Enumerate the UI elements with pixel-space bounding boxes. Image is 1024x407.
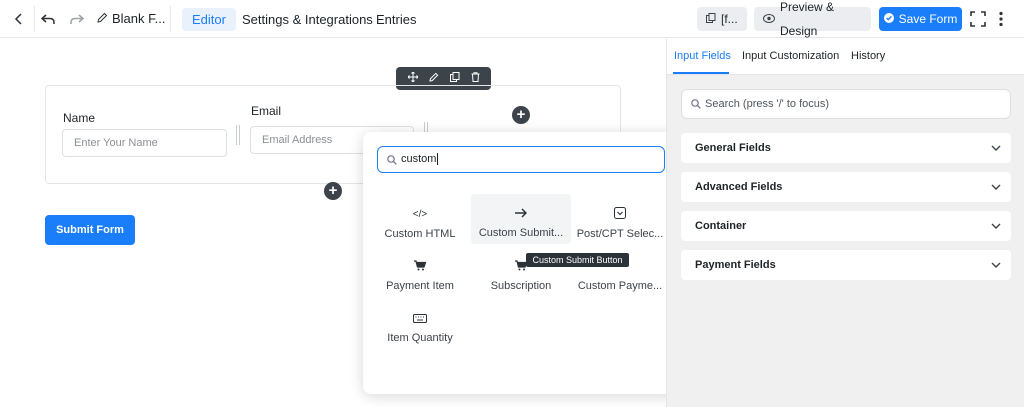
field-search-popup: custom </> Custom HTML Custom Submit... … xyxy=(363,132,679,394)
shortcode-label: [f... xyxy=(721,12,738,26)
redo-icon[interactable] xyxy=(67,9,87,29)
section-container[interactable]: Container xyxy=(681,211,1011,241)
field-item-label: Custom Payme... xyxy=(577,280,663,292)
section-label: General Fields xyxy=(695,142,771,154)
save-label: Save Form xyxy=(898,12,958,26)
column-resize-handle[interactable] xyxy=(236,125,240,145)
popup-search-value: custom xyxy=(401,153,437,165)
divider xyxy=(170,6,171,32)
form-title-text: Blank F... xyxy=(112,11,166,26)
popup-search-input[interactable]: custom xyxy=(377,146,665,173)
keyboard-icon xyxy=(370,309,470,329)
cart-icon xyxy=(370,257,470,277)
field-item-label: Item Quantity xyxy=(387,332,453,344)
section-payment-fields[interactable]: Payment Fields xyxy=(681,250,1011,280)
trash-icon[interactable] xyxy=(471,72,480,85)
field-item-label: Subscription xyxy=(490,280,552,292)
name-input[interactable]: Enter Your Name xyxy=(62,129,227,157)
tab-editor[interactable]: Editor xyxy=(182,8,236,31)
eye-icon xyxy=(763,7,775,31)
sidebar-tabs: Input Fields Input Customization History xyxy=(667,39,1024,75)
search-icon xyxy=(691,90,701,120)
add-column-plus-icon[interactable]: + xyxy=(512,106,530,124)
add-field-plus-icon[interactable]: + xyxy=(324,182,342,200)
pencil-icon xyxy=(97,11,108,26)
fullscreen-icon[interactable] xyxy=(968,9,988,29)
name-field-label: Name xyxy=(63,111,96,125)
field-item-custom-submit[interactable]: Custom Submit... xyxy=(471,194,571,244)
field-item-custom-html[interactable]: </> Custom HTML xyxy=(370,195,470,245)
active-tab-indicator xyxy=(673,72,729,74)
field-search-input[interactable]: Search (press '/' to focus) xyxy=(681,89,1011,119)
tab-entries[interactable]: Entries xyxy=(366,8,426,31)
tab-settings-integrations[interactable]: Settings & Integrations xyxy=(232,8,383,31)
divider xyxy=(34,6,35,32)
preview-design-button[interactable]: Preview & Design xyxy=(754,0,871,38)
search-icon xyxy=(387,147,397,175)
post-select-icon xyxy=(570,205,670,225)
tooltip: Custom Submit Button xyxy=(526,253,629,267)
field-item-label: Custom Submit... xyxy=(478,227,564,239)
search-placeholder: Search (press '/' to focus) xyxy=(705,98,830,110)
field-item-label: Custom HTML xyxy=(384,228,456,240)
undo-icon[interactable] xyxy=(38,9,58,29)
back-icon[interactable] xyxy=(9,9,29,29)
tab-input-fields[interactable]: Input Fields xyxy=(674,50,731,62)
section-general-fields[interactable]: General Fields xyxy=(681,133,1011,163)
section-label: Container xyxy=(695,220,747,232)
tab-history[interactable]: History xyxy=(851,50,885,62)
shortcode-button[interactable]: [f... xyxy=(697,7,747,31)
check-circle-icon xyxy=(883,12,894,26)
save-form-button[interactable]: Save Form xyxy=(879,7,962,31)
edit-icon[interactable] xyxy=(428,72,439,85)
email-field-label: Email xyxy=(251,104,282,118)
more-menu-icon[interactable] xyxy=(991,9,1011,29)
code-icon: </> xyxy=(412,209,428,220)
section-advanced-fields[interactable]: Advanced Fields xyxy=(681,172,1011,202)
preview-label: Preview & Design xyxy=(780,0,835,38)
field-item-label: Payment Item xyxy=(386,280,454,292)
form-title[interactable]: Blank F... xyxy=(97,11,165,26)
copy-icon xyxy=(706,7,716,31)
field-item-label: Post/CPT Selec... xyxy=(576,228,664,240)
field-item-payment-item[interactable]: Payment Item xyxy=(370,247,470,297)
section-label: Payment Fields xyxy=(695,259,776,271)
tab-input-customization[interactable]: Input Customization xyxy=(742,50,839,62)
section-label: Advanced Fields xyxy=(695,181,783,193)
duplicate-icon[interactable] xyxy=(449,72,460,85)
chevron-down-icon xyxy=(991,172,1001,202)
field-item-item-quantity[interactable]: Item Quantity xyxy=(370,299,470,349)
arrow-right-icon xyxy=(471,204,571,224)
field-item-post-cpt-select[interactable]: Post/CPT Selec... xyxy=(570,195,670,245)
chevron-down-icon xyxy=(991,133,1001,163)
submit-form-button[interactable]: Submit Form xyxy=(45,215,135,245)
chevron-down-icon xyxy=(991,211,1001,241)
right-sidebar: Input Fields Input Customization History… xyxy=(666,39,1024,407)
move-icon[interactable] xyxy=(407,71,418,85)
top-bar: Blank F... Editor Settings & Integration… xyxy=(0,0,1024,38)
chevron-down-icon xyxy=(991,250,1001,280)
